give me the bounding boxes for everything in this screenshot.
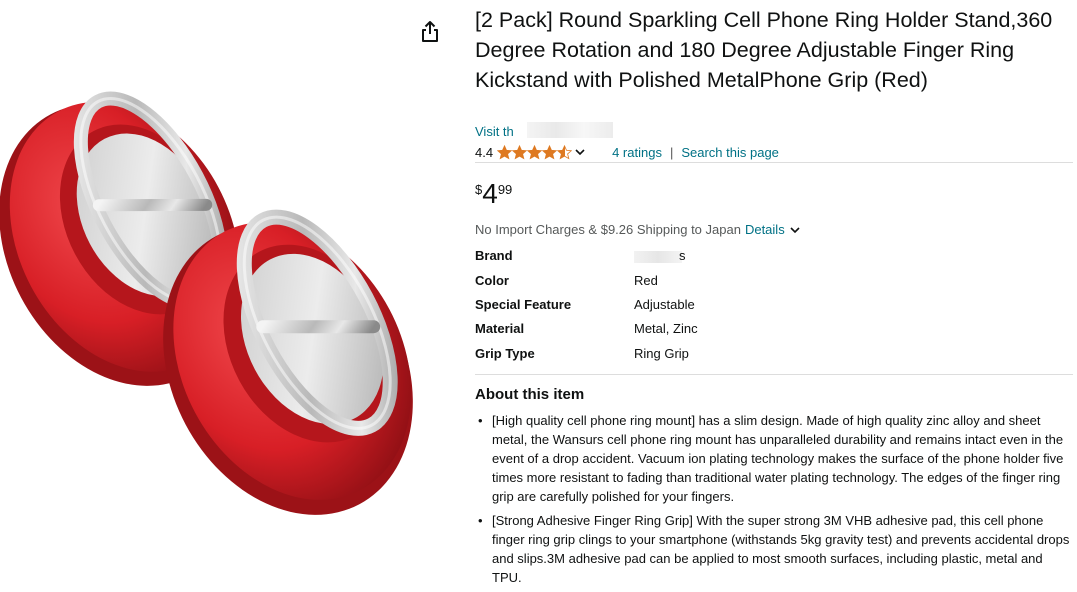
divider [475,374,1073,375]
spec-row-material: Material Metal, Zinc [475,321,775,341]
spec-row-special-feature: Special Feature Adjustable [475,297,775,317]
product-title: [2 Pack] Round Sparkling Cell Phone Ring… [475,8,1053,92]
spec-value: Metal, Zinc [634,321,698,336]
share-icon [422,21,438,42]
ring-holder-image [0,91,413,515]
spec-value: Red [634,273,658,288]
divider [475,162,1073,163]
spec-label: Brand [475,248,513,263]
rating-value: 4.4 [475,144,494,160]
redacted-store-name [527,122,613,138]
ratings-link[interactable]: 4 ratings [612,145,662,160]
rating-row: 4.4 4 ratings | Search this page [475,143,779,161]
separator: | [669,144,674,160]
product-image[interactable] [0,0,455,577]
price-symbol: $ [475,182,483,197]
star-rating[interactable] [497,144,572,160]
chevron-down-icon [790,226,800,233]
star-icon [497,145,572,160]
spec-value: s [679,248,686,263]
spec-label: Special Feature [475,297,572,312]
list-item: [High quality cell phone ring mount] has… [475,411,1075,506]
about-heading: About this item [475,386,585,403]
share-button[interactable] [418,19,442,45]
search-page-link[interactable]: Search this page [681,145,779,160]
spec-row-color: Color Red [475,273,775,293]
chevron-down-icon [575,149,585,156]
details-link[interactable]: Details [745,222,785,237]
about-bullets: [High quality cell phone ring mount] has… [475,411,1075,592]
redacted-brand [634,251,682,263]
spec-label: Material [475,321,525,336]
spec-row-grip-type: Grip Type Ring Grip [475,346,775,366]
shipping-info: No Import Charges & $9.26 Shipping to Ja… [475,222,801,237]
price-fraction: 99 [497,182,513,197]
spec-value: Ring Grip [634,346,689,361]
rating-dropdown[interactable] [574,146,586,158]
spec-value: Adjustable [634,297,695,312]
price: $ 4 99 [475,178,512,210]
details-dropdown[interactable] [789,224,801,236]
visit-store-link[interactable]: Visit th [475,124,514,139]
spec-row-brand: Brand s [475,248,775,268]
spec-label: Color [475,273,509,288]
spec-label: Grip Type [475,346,535,361]
price-whole: 4 [482,178,498,209]
list-item: [Strong Adhesive Finger Ring Grip] With … [475,511,1075,587]
shipping-text: No Import Charges & $9.26 Shipping to Ja… [475,222,741,237]
